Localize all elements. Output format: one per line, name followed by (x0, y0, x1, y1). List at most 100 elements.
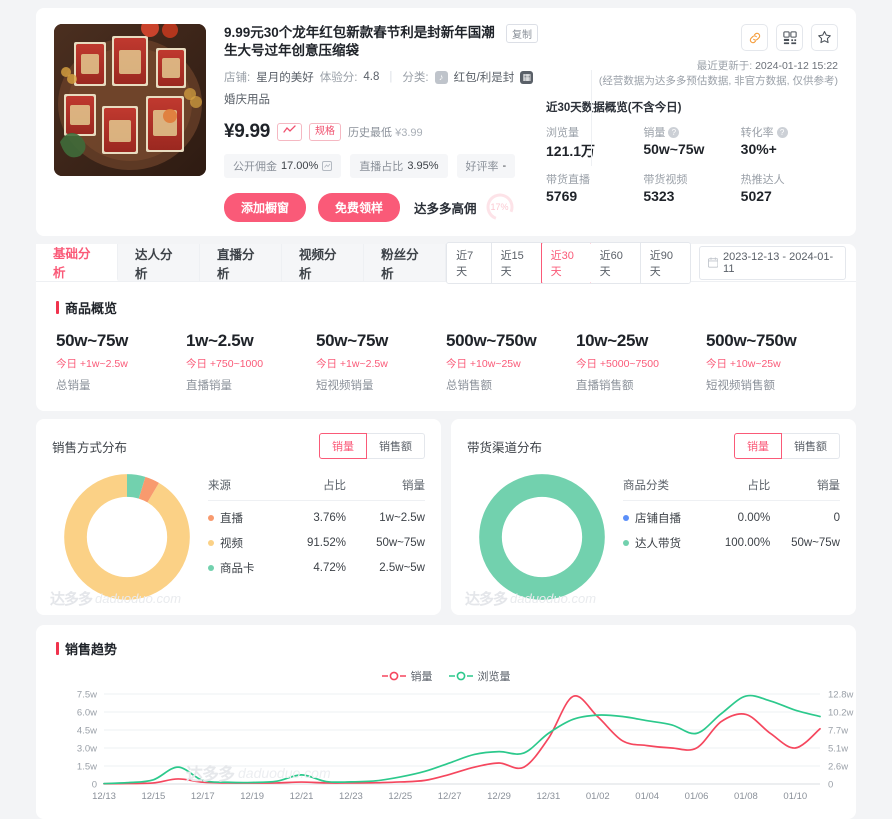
range-selector: 近7天 近15天 近30天 近60天 近90天 (446, 241, 691, 284)
svg-text:12/21: 12/21 (290, 791, 314, 802)
category-two[interactable]: 婚庆用品 (224, 91, 270, 107)
legend-sales-label: 销量 (410, 671, 433, 683)
metric-pageviews-value: 121.1万 (546, 143, 596, 159)
range-90d[interactable]: 近90天 (640, 242, 690, 283)
row-influencer-name: 达人带货 (635, 538, 681, 550)
svg-text:12/17: 12/17 (191, 791, 215, 802)
link-icon[interactable] (741, 24, 768, 51)
col-percent: 占比 (705, 477, 771, 501)
legend-dot (623, 540, 629, 546)
copy-title-button[interactable]: 复制 (506, 24, 538, 43)
tag-commission-label: 公开佣金 (233, 161, 277, 173)
svg-text:1.5w: 1.5w (77, 762, 97, 773)
trend-section-title: 销售趋势 (65, 642, 118, 657)
range-30d[interactable]: 近30天 (540, 242, 592, 283)
stat-live-revenue: 10w~25w 今日 +5000~7500 直播销售额 (576, 331, 706, 393)
high-commission-label: 达多多高佣 (414, 201, 477, 216)
overview-stats-grid: 50w~75w 今日 +1w~2.5w 总销量 1w~2.5w 今日 +750~… (56, 331, 836, 393)
svg-text:12/29: 12/29 (487, 791, 511, 802)
shop-name[interactable]: 星月的美好 (256, 69, 314, 85)
row-shop-live-name: 店铺自播 (635, 513, 681, 525)
stat-total-revenue-today-label: 今日 (446, 358, 467, 370)
spec-button[interactable]: 规格 (309, 123, 342, 141)
stat-total-sales: 50w~75w 今日 +1w~2.5w 总销量 (56, 331, 186, 393)
col-category: 商品分类 (623, 477, 706, 501)
svg-text:01/04: 01/04 (635, 791, 659, 802)
add-to-showcase-button[interactable]: 添加橱窗 (224, 192, 307, 222)
legend-pageviews-label: 浏览量 (477, 671, 511, 683)
history-low-label: 历史最低 (348, 127, 393, 139)
sales-method-table: 来源 占比 销量 直播 3.76% 1w~2.5w 视频 91.52% 50w~… (202, 465, 425, 576)
product-title: 9.99元30个龙年红包新款春节利是封新年国潮生大号过年创意压缩袋 (224, 25, 495, 58)
stat-video-revenue: 500w~750w 今日 +10w~25w 短视频销售额 (706, 331, 836, 393)
row-product-card-name: 商品卡 (220, 563, 255, 575)
stat-video-revenue-today-label: 今日 (706, 358, 727, 370)
stat-total-sales-delta: +1w~2.5w (79, 358, 128, 370)
stat-total-sales-today-label: 今日 (56, 358, 77, 370)
category-one[interactable]: 红包/利是封 (454, 69, 515, 85)
chart-icon[interactable] (322, 161, 333, 171)
tab-influencer-analysis[interactable]: 达人分析 (118, 244, 201, 281)
sales-method-toggle-volume[interactable]: 销量 (319, 433, 367, 459)
range-15d[interactable]: 近15天 (491, 242, 542, 283)
tag-live-ratio-label: 直播占比 (359, 161, 404, 173)
col-source: 来源 (208, 477, 284, 501)
date-range-picker[interactable]: 2023-12-13 - 2024-01-11 (698, 245, 846, 280)
product-header-card: 9.99元30个龙年红包新款春节利是封新年国潮生大号过年创意压缩袋 复制 店铺:… (36, 8, 856, 236)
date-range-value: 2023-12-13 - 2024-01-11 (723, 250, 834, 275)
price-trend-icon[interactable] (277, 123, 303, 141)
analysis-tabs: 基础分析 达人分析 直播分析 视频分析 粉丝分析 近7天 近15天 近30天 近… (36, 241, 856, 284)
experience-score-value: 4.8 (363, 71, 380, 83)
metric-live-count-label: 带货直播 (546, 174, 590, 186)
qrcode-icon[interactable] (776, 24, 803, 51)
channel-toggle-revenue[interactable]: 销售额 (782, 433, 840, 459)
stat-video-sales: 50w~75w 今日 +1w~2.5w 短视频销量 (316, 331, 446, 393)
svg-text:12/27: 12/27 (438, 791, 462, 802)
douyin-icon: ♪ (434, 70, 448, 84)
commission-gauge-value: 17% (490, 202, 509, 212)
stat-video-revenue-value: 500w~750w (706, 331, 797, 350)
help-icon[interactable]: ? (668, 126, 680, 138)
meta-divider: | (389, 71, 393, 83)
favorite-star-icon[interactable] (811, 24, 838, 51)
channel-toggle-volume[interactable]: 销量 (734, 433, 782, 459)
product-thumbnail[interactable] (54, 24, 206, 176)
tab-fans-analysis[interactable]: 粉丝分析 (364, 244, 447, 281)
history-low-value: ¥3.99 (395, 127, 423, 139)
analysis-card: 基础分析 达人分析 直播分析 视频分析 粉丝分析 近7天 近15天 近30天 近… (36, 241, 856, 411)
row-video-name: 视频 (220, 538, 243, 550)
help-icon[interactable]: ? (776, 126, 788, 138)
legend-marker-icon (448, 671, 473, 681)
svg-text:01/08: 01/08 (734, 791, 758, 802)
metric-influencer-count-value: 5027 (740, 188, 772, 204)
tab-video-analysis[interactable]: 视频分析 (282, 244, 365, 281)
free-sample-button[interactable]: 免费领样 (318, 192, 401, 222)
row-influencer-value: 50w~75w (791, 537, 840, 549)
svg-text:01/02: 01/02 (586, 791, 610, 802)
svg-text:01/06: 01/06 (685, 791, 709, 802)
sales-method-toggle-revenue[interactable]: 销售额 (367, 433, 425, 459)
sales-method-donut (52, 465, 202, 605)
stat-live-sales: 1w~2.5w 今日 +750~1000 直播销量 (186, 331, 316, 393)
col-percent: 占比 (283, 477, 347, 501)
svg-text:0: 0 (92, 780, 97, 791)
svg-text:12/25: 12/25 (388, 791, 412, 802)
shop-label: 店铺: (224, 72, 251, 84)
legend-pageviews[interactable]: 浏览量 (448, 668, 511, 684)
channel-title: 带货渠道分布 (467, 440, 543, 455)
metric-influencer-count-label: 热推达人 (740, 174, 785, 186)
svg-text:12/15: 12/15 (141, 791, 165, 802)
metric-sales: 销量? 50w~75w (643, 124, 740, 161)
metric-pageviews: 浏览量 121.1万 (546, 124, 643, 161)
tab-live-analysis[interactable]: 直播分析 (200, 244, 283, 281)
stat-video-sales-delta: +1w~2.5w (339, 358, 388, 370)
legend-sales[interactable]: 销量 (381, 668, 433, 684)
range-7d[interactable]: 近7天 (447, 242, 492, 283)
svg-text:10.2w: 10.2w (828, 708, 853, 719)
overview-30d-title: 近30天数据概览(不含今日) (546, 102, 682, 114)
table-row: 达人带货 100.00% 50w~75w (623, 526, 840, 551)
range-60d[interactable]: 近60天 (590, 242, 641, 283)
experience-score-label: 体验分: (319, 72, 358, 84)
tab-basic-analysis[interactable]: 基础分析 (36, 244, 119, 281)
header-right-panel: 最近更新于: 2024-01-12 15:22 (经营数据为达多多预估数据, 非… (538, 24, 838, 222)
